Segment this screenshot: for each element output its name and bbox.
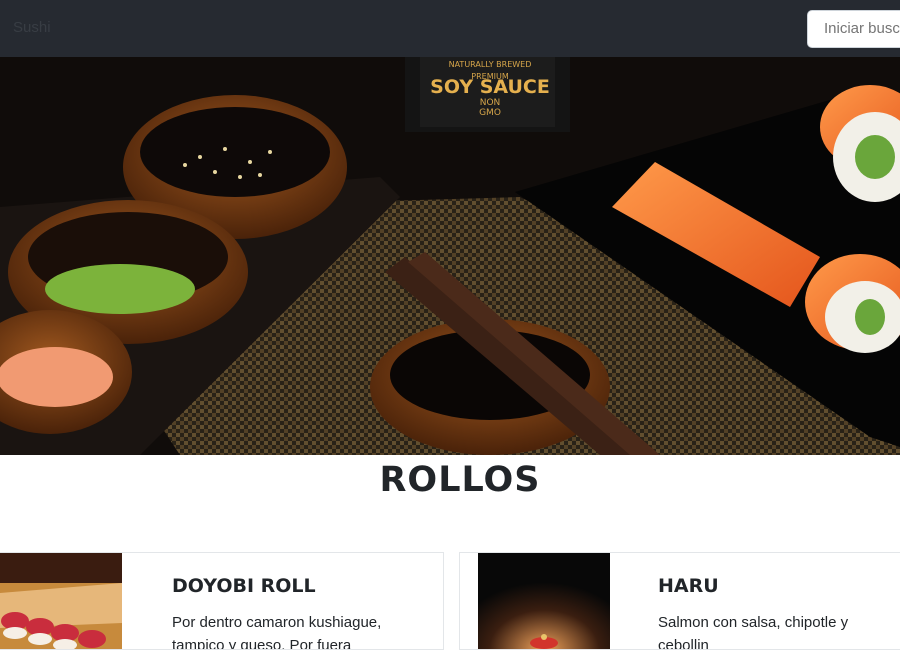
brand-link[interactable]: Sushi — [13, 19, 51, 36]
card-text: Por dentro camaron kushiague, tampico y q… — [172, 614, 382, 650]
section-title: ROLLOS — [379, 460, 541, 500]
search-input[interactable] — [807, 10, 900, 48]
card-title: HARU — [658, 575, 719, 597]
card-title: DOYOBI ROLL — [172, 575, 316, 597]
carousel-slide-image: NATURALLY BREWED PREMIUM SOY SAUCE NON G… — [0, 57, 900, 455]
card-image — [0, 553, 122, 649]
card-image — [478, 553, 610, 649]
svg-text:SOY SAUCE: SOY SAUCE — [430, 76, 550, 98]
svg-text:NON: NON — [480, 98, 501, 108]
hero-carousel[interactable]: NATURALLY BREWED PREMIUM SOY SAUCE NON G… — [0, 57, 900, 455]
svg-text:GMO: GMO — [479, 108, 501, 118]
menu-card[interactable]: HARU Salmon con salsa, chipotle y cebolli… — [459, 552, 900, 650]
bottle-label-text: NATURALLY BREWED — [449, 60, 532, 69]
top-navbar: Sushi — [0, 0, 900, 57]
card-text: Salmon con salsa, chipotle y cebollin — [658, 614, 849, 650]
menu-card[interactable]: DOYOBI ROLL Por dentro camaron kushiague… — [0, 552, 444, 650]
